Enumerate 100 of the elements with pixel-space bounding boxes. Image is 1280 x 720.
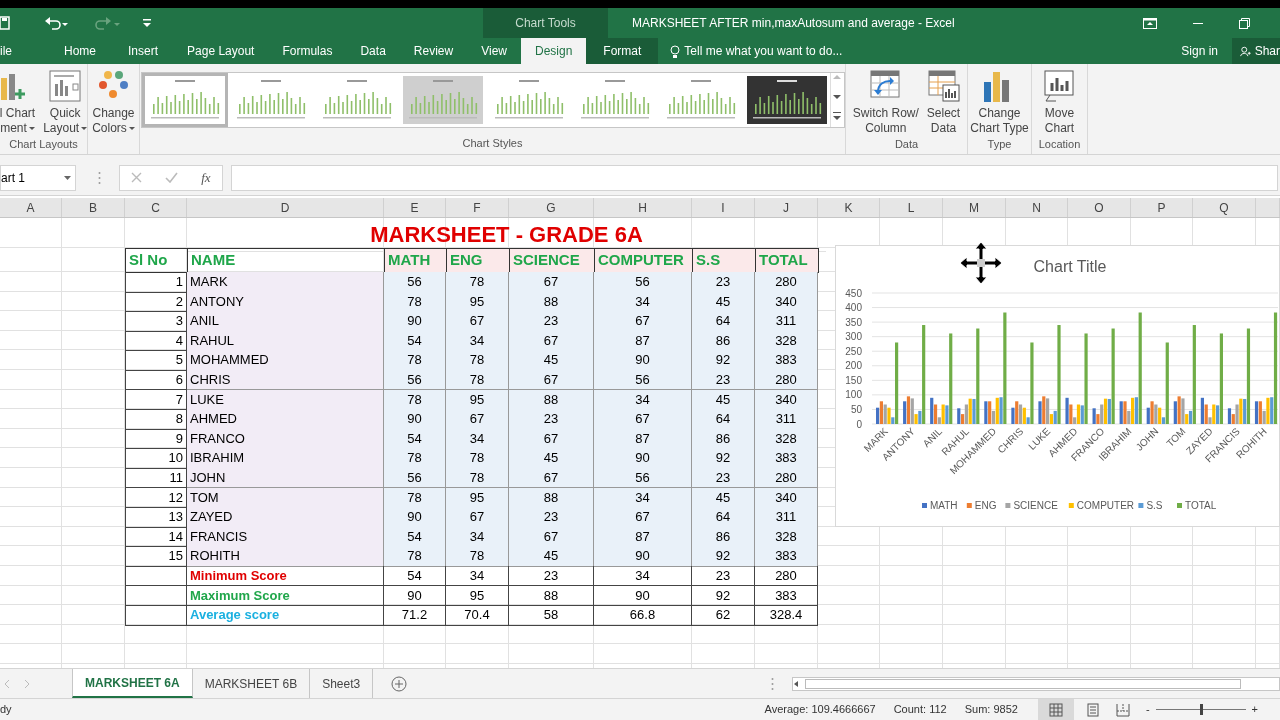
page-layout-icon[interactable] xyxy=(1085,702,1100,717)
lightbulb-icon[interactable] xyxy=(670,44,681,58)
sign-in-link[interactable]: Sign in xyxy=(1181,38,1232,64)
axis-tick-label: 450 xyxy=(845,287,862,299)
horizontal-scrollbar[interactable] xyxy=(792,676,1280,691)
table-cell: 280 xyxy=(755,369,818,391)
undo-icon[interactable] xyxy=(44,15,70,31)
ribbon-button[interactable]: Change Chart Type xyxy=(968,70,1031,136)
column-header[interactable]: K xyxy=(818,198,880,217)
new-sheet-icon[interactable] xyxy=(391,675,408,692)
column-header[interactable]: D xyxy=(187,198,384,217)
legend-item[interactable]: COMPUTER xyxy=(1068,500,1135,511)
column-header[interactable]: N xyxy=(1006,198,1068,217)
table-cell: 383 xyxy=(755,546,818,567)
ribbon-tab[interactable]: Home xyxy=(47,38,114,64)
formula-input[interactable] xyxy=(231,164,1278,191)
table-cell: MARK xyxy=(187,272,384,293)
ribbon-button[interactable]: Switch Row/ Column xyxy=(850,70,921,136)
table-cell: 78 xyxy=(446,272,509,293)
chart-style-thumbnail[interactable] xyxy=(402,76,483,124)
tell-me-field[interactable]: Tell me what you want to do... xyxy=(684,42,843,60)
table-cell: ANIL xyxy=(187,311,384,332)
table-cell: 54 xyxy=(384,565,446,587)
axis-tick-label: 400 xyxy=(845,302,862,314)
column-heading: SCIENCE xyxy=(509,248,595,273)
table-cell: 67 xyxy=(509,272,594,293)
column-header[interactable]: I xyxy=(692,198,755,217)
ribbon-tab[interactable]: Design xyxy=(520,38,587,64)
save-icon[interactable] xyxy=(0,15,10,31)
legend-item[interactable]: S.S xyxy=(1138,500,1163,511)
column-header[interactable]: H xyxy=(594,198,692,217)
ribbon-button[interactable]: Move Chart xyxy=(1041,70,1078,136)
group-label: Type xyxy=(987,137,1012,152)
table-cell: 88 xyxy=(509,585,594,606)
column-header[interactable]: G xyxy=(509,198,594,217)
ribbon-tab[interactable]: Page Layout xyxy=(173,38,269,64)
table-cell: 23 xyxy=(692,272,755,293)
column-header[interactable]: P xyxy=(1131,198,1193,217)
normal-view-icon[interactable] xyxy=(1048,702,1063,717)
column-header[interactable]: L xyxy=(880,198,943,217)
scroll-right-icon[interactable] xyxy=(24,679,30,688)
table-cell: MOHAMMED xyxy=(187,350,384,371)
chart-style-thumbnail[interactable] xyxy=(144,76,225,124)
table-cell: 311 xyxy=(755,409,818,430)
legend-item[interactable]: SCIENCE xyxy=(1005,500,1058,511)
ribbon-tab[interactable]: Review xyxy=(399,38,468,64)
column-header[interactable]: C xyxy=(125,198,187,217)
column-header[interactable]: B xyxy=(62,198,125,217)
table-cell: 56 xyxy=(594,272,692,293)
table-cell: 70.4 xyxy=(446,605,509,626)
legend-item[interactable]: TOTAL xyxy=(1177,500,1217,511)
splitter-icon[interactable] xyxy=(771,676,774,691)
ribbon-tab[interactable]: Formulas xyxy=(268,38,347,64)
customize-toolbar-icon[interactable] xyxy=(142,16,152,30)
cancel-icon[interactable] xyxy=(131,172,143,183)
legend-label: MATH xyxy=(930,500,958,511)
legend-item[interactable]: MATH xyxy=(922,500,958,511)
column-header[interactable]: M xyxy=(943,198,1006,217)
column-heading: TOTAL xyxy=(755,248,819,273)
ribbon-tab[interactable]: Data xyxy=(346,38,400,64)
column-header[interactable]: J xyxy=(755,198,818,217)
zoom-out-button[interactable]: - xyxy=(1145,701,1150,718)
table-cell: AHMED xyxy=(187,409,384,430)
share-button[interactable]: Shar xyxy=(1232,38,1280,64)
status-stat: Sum: 9852 xyxy=(964,702,1018,718)
chart-style-thumbnail[interactable] xyxy=(746,76,827,124)
legend-label: ENG xyxy=(974,500,997,511)
sheet-tab[interactable]: MARKSHEET 6A xyxy=(72,669,193,698)
ribbon-tab[interactable]: Insert xyxy=(113,38,174,64)
ribbon-button[interactable]: Quick Layout xyxy=(41,70,90,136)
legend-item[interactable]: ENG xyxy=(966,500,997,511)
table-cell: 92 xyxy=(692,448,755,469)
zoom-slider[interactable] xyxy=(1155,704,1246,715)
ribbon-tab[interactable]: ile xyxy=(0,38,47,64)
column-header[interactable]: A xyxy=(0,198,62,217)
splitter-icon[interactable] xyxy=(98,170,101,185)
ribbon-display-icon[interactable] xyxy=(1143,17,1157,29)
table-cell: 56 xyxy=(384,369,446,391)
enter-icon[interactable] xyxy=(165,172,179,183)
slider-thumb[interactable] xyxy=(1199,704,1203,715)
column-header[interactable]: Q xyxy=(1193,198,1256,217)
insert-function-button[interactable]: fx xyxy=(201,167,211,188)
table-cell: 62 xyxy=(692,605,755,626)
restore-icon[interactable] xyxy=(1239,17,1250,29)
column-heading: ENG xyxy=(446,248,510,273)
column-header[interactable]: O xyxy=(1068,198,1131,217)
ribbon-tab[interactable]: Format xyxy=(586,38,659,64)
table-cell: 92 xyxy=(692,350,755,371)
ribbon-button[interactable]: l Chart ment xyxy=(0,70,38,136)
group-label: Chart Layouts xyxy=(9,137,78,152)
column-heading: Sl No xyxy=(125,248,188,273)
page-break-icon[interactable] xyxy=(1115,702,1130,717)
ribbon-button[interactable]: Change Colors xyxy=(90,70,137,136)
ribbon-button[interactable]: Select Data xyxy=(924,70,963,136)
ribbon-tab[interactable]: View xyxy=(467,38,521,64)
zoom-in-button[interactable]: + xyxy=(1251,701,1258,718)
column-header[interactable]: E xyxy=(384,198,446,217)
name-box[interactable]: art 1 xyxy=(0,164,76,191)
chart-title[interactable]: Chart Title xyxy=(1033,258,1107,275)
column-header[interactable]: F xyxy=(446,198,509,217)
